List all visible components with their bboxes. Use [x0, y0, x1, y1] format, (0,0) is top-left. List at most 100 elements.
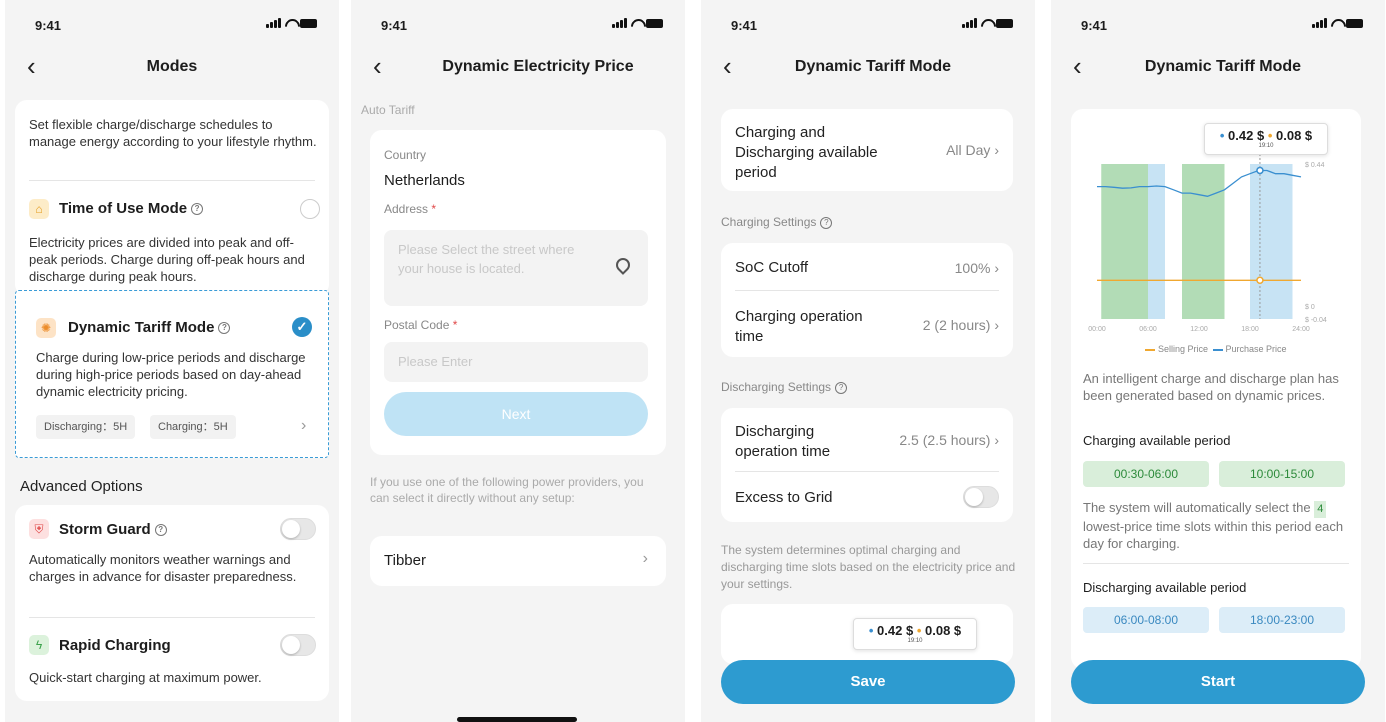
- tou-desc: Electricity prices are divided into peak…: [29, 235, 305, 284]
- discharging-settings-title: Discharging Settings?: [721, 380, 848, 394]
- signal-icon: [612, 18, 627, 28]
- help-icon[interactable]: ?: [154, 524, 167, 537]
- modes-card: Set flexible charge/discharge schedules …: [15, 100, 329, 296]
- dynamic-desc: Charge during low-price periods and disc…: [36, 350, 306, 399]
- dynamic-tariff-card[interactable]: ✺ Dynamic Tariff Mode? ✓ Charge during l…: [15, 290, 329, 458]
- charging-chip: Charging：5H: [150, 415, 236, 439]
- help-icon[interactable]: ?: [835, 381, 848, 394]
- status-time: 9:41: [731, 18, 758, 33]
- signal-icon: [266, 18, 281, 28]
- chart-tooltip: • 0.42 $ • 0.08 $ 19:10: [853, 618, 977, 650]
- postal-placeholder: Please Enter: [398, 354, 473, 369]
- soc-label: SoC Cutoff: [735, 259, 809, 276]
- charging-settings-title: Charging Settings?: [721, 215, 833, 229]
- x-tick-label: 18:00: [1241, 326, 1259, 333]
- discharge-band: [1148, 164, 1165, 319]
- charging-slot[interactable]: 00:30-06:00: [1083, 461, 1209, 487]
- status-icons: [266, 18, 317, 28]
- start-button[interactable]: Start: [1071, 660, 1365, 704]
- status-icons: [612, 18, 663, 28]
- sun-price-icon: ✺: [36, 318, 56, 338]
- rapid-charging-toggle[interactable]: [280, 634, 316, 656]
- nav-bar: ‹ Dynamic Electricity Price: [351, 52, 685, 82]
- address-label: Address *: [384, 202, 437, 216]
- battery-icon: [300, 18, 317, 28]
- status-icons: [1312, 18, 1363, 28]
- y-tick-label: $ 0: [1305, 304, 1315, 311]
- modes-screen: 9:41 ‹ Modes Set flexible charge/dischar…: [5, 0, 339, 722]
- y-tick-label: $ 0.44: [1305, 162, 1325, 169]
- discharging-slot[interactable]: 18:00-23:00: [1219, 607, 1345, 633]
- selling-cursor-point: [1256, 276, 1264, 284]
- advanced-card: ⛨ Storm Guard? Automatically monitors we…: [15, 505, 329, 701]
- discharge-time-value[interactable]: 2.5 (2.5 hours) ›: [899, 432, 999, 448]
- legend-purchase: Purchase Price: [1225, 344, 1287, 354]
- postal-input[interactable]: Please Enter: [384, 342, 648, 382]
- status-time: 9:41: [1081, 18, 1108, 33]
- country-label: Country: [384, 148, 427, 162]
- help-icon[interactable]: ?: [191, 203, 204, 216]
- charge-band: [1182, 164, 1225, 319]
- providers-text: If you use one of the following power pr…: [370, 475, 644, 505]
- plan-description: An intelligent charge and discharge plan…: [1083, 371, 1339, 403]
- battery-icon: [646, 18, 663, 28]
- purchase-cursor-point: [1256, 166, 1264, 175]
- tou-title: Time of Use Mode?: [59, 200, 204, 217]
- back-icon[interactable]: ‹: [373, 52, 382, 80]
- legend-selling: Selling Price: [1157, 344, 1208, 354]
- save-button[interactable]: Save: [721, 660, 1015, 704]
- charge-time-value[interactable]: 2 (2 hours) ›: [923, 317, 999, 333]
- help-icon[interactable]: ?: [820, 216, 833, 229]
- charging-settings-card: SoC Cutoff 100% › Charging operation tim…: [721, 243, 1013, 357]
- dynamic-selected-check-icon[interactable]: ✓: [292, 317, 312, 337]
- home-indicator: [457, 717, 577, 722]
- x-tick-label: 06:00: [1139, 326, 1157, 333]
- modes-intro: Set flexible charge/discharge schedules …: [29, 117, 317, 149]
- signal-icon: [1312, 18, 1327, 28]
- period-label: Charging and Discharging available perio…: [735, 124, 878, 181]
- discharging-slot[interactable]: 06:00-08:00: [1083, 607, 1209, 633]
- page-title: Dynamic Electricity Price: [442, 58, 634, 75]
- soc-value[interactable]: 100% ›: [955, 260, 999, 276]
- status-time: 9:41: [381, 18, 408, 33]
- tou-radio[interactable]: [300, 199, 320, 219]
- x-tick-label: 00:00: [1088, 326, 1106, 333]
- excess-to-grid-toggle[interactable]: [963, 486, 999, 508]
- provider-name: Tibber: [384, 552, 426, 569]
- wifi-icon: [1331, 19, 1342, 28]
- wifi-icon: [631, 19, 642, 28]
- info-text: The system determines optimal charging a…: [721, 543, 1016, 591]
- charging-slot[interactable]: 10:00-15:00: [1219, 461, 1345, 487]
- chevron-right-icon[interactable]: ›: [301, 417, 306, 435]
- address-input[interactable]: Please Select the street where your hous…: [384, 230, 648, 306]
- tariff-plan-screen: 9:41 ‹ Dynamic Tariff Mode 00:00 06:00 12:…: [1051, 0, 1385, 722]
- tariff-form-card: Country Netherlands Address * Please Sel…: [370, 130, 666, 455]
- provider-tibber[interactable]: Tibber ›: [370, 536, 666, 586]
- shield-icon: ⛨: [29, 519, 49, 539]
- page-title: Dynamic Tariff Mode: [1144, 58, 1302, 75]
- advanced-title: Advanced Options: [20, 478, 143, 495]
- charging-period-title: Charging available period: [1083, 433, 1231, 448]
- nav-bar: ‹ Modes: [5, 52, 339, 82]
- available-period-row[interactable]: Charging and Discharging available perio…: [721, 109, 1013, 191]
- location-pin-icon[interactable]: [613, 255, 633, 275]
- mini-chart-card: • 0.42 $ • 0.08 $ 19:10: [721, 604, 1013, 664]
- auto-select-text: The system will automatically select the…: [1083, 500, 1344, 551]
- dynamic-title: Dynamic Tariff Mode?: [68, 319, 231, 336]
- lightning-icon: ϟ: [29, 635, 49, 655]
- chart-tooltip: • 0.42 $ • 0.08 $ 19:10: [1204, 123, 1328, 155]
- country-value[interactable]: Netherlands: [384, 172, 465, 189]
- discharging-settings-card: Discharging operation time 2.5 (2.5 hour…: [721, 408, 1013, 522]
- status-icons: [962, 18, 1013, 28]
- storm-guard-toggle[interactable]: [280, 518, 316, 540]
- status-bar: 9:41: [381, 14, 663, 34]
- page-title: Modes: [146, 58, 198, 75]
- next-button[interactable]: Next: [384, 392, 648, 436]
- discharging-chip: Discharging：5H: [36, 415, 136, 439]
- y-tick-label: $ -0.04: [1305, 317, 1327, 324]
- x-tick-label: 24:00: [1292, 326, 1310, 333]
- rapid-desc: Quick-start charging at maximum power.: [29, 670, 262, 685]
- period-value: All Day ›: [946, 142, 999, 158]
- help-icon[interactable]: ?: [218, 322, 231, 335]
- x-tick-label: 12:00: [1190, 326, 1208, 333]
